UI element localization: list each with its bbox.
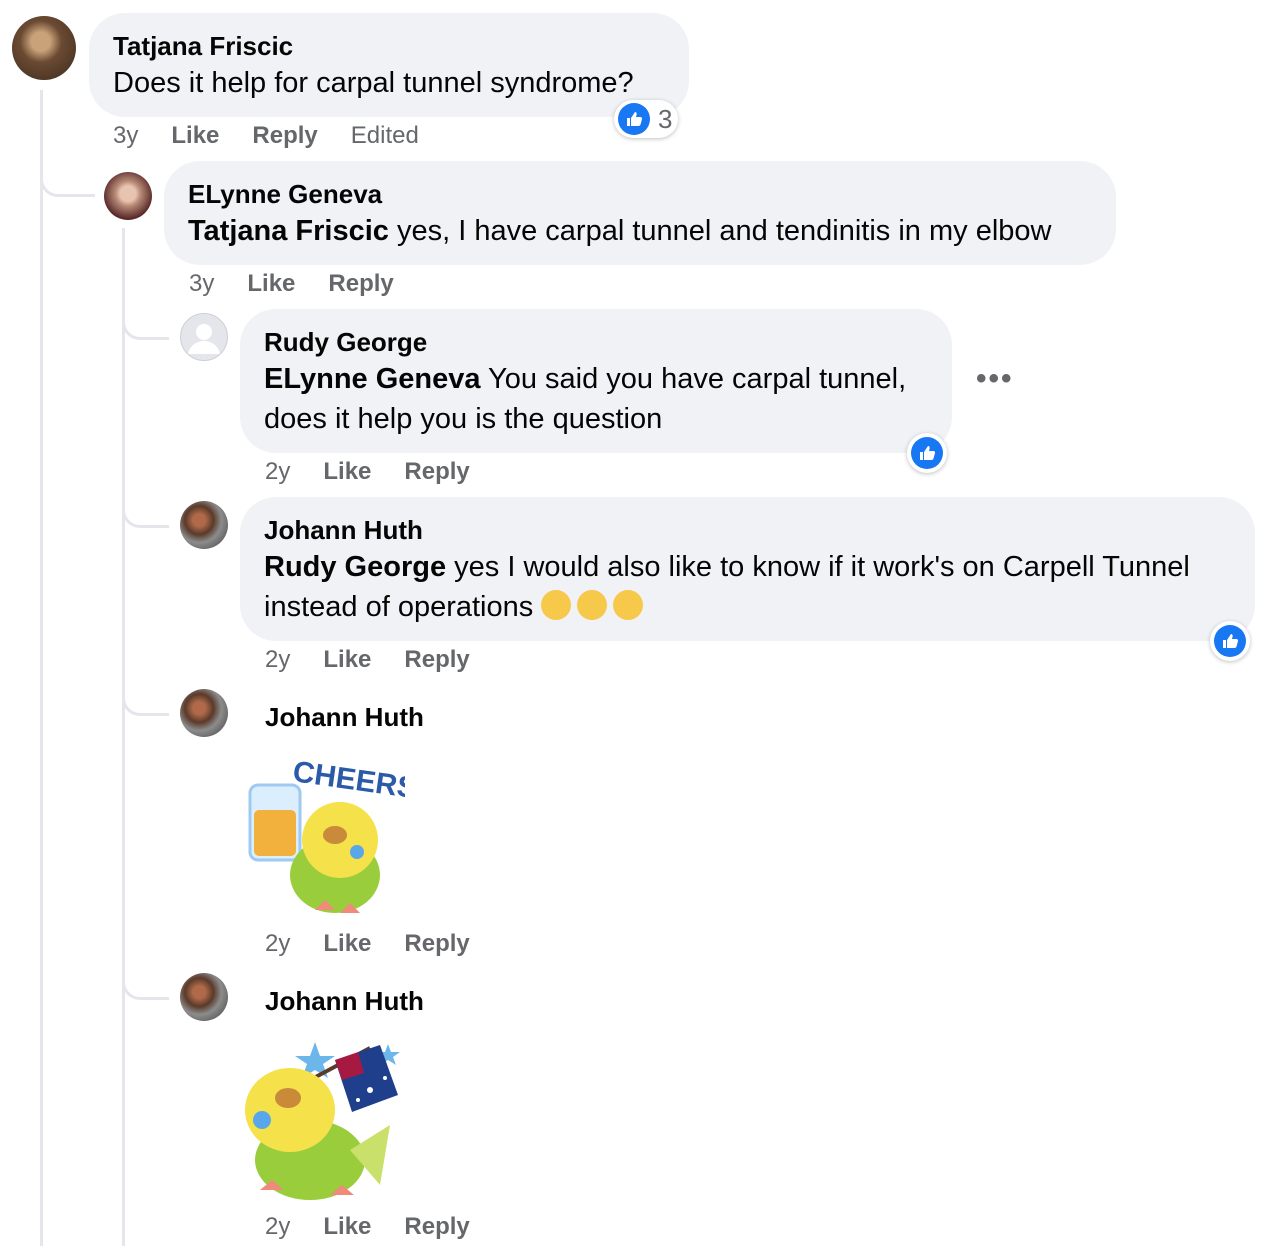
comment-text: Rudy George yes I would also like to kno… (264, 547, 1231, 627)
like-button[interactable]: Like (323, 1213, 371, 1241)
avatar[interactable] (12, 16, 76, 80)
mention-link[interactable]: Tatjana Friscic (188, 215, 389, 247)
comment-text: ELynne Geneva You said you have carpal t… (264, 359, 928, 439)
edited-label[interactable]: Edited (351, 122, 419, 150)
comment-actions: 2y Like Reply (265, 458, 470, 486)
mention-link[interactable]: Rudy George (264, 551, 446, 583)
thread-line-main (40, 90, 43, 1246)
like-button[interactable]: Like (323, 930, 371, 958)
comment-author[interactable]: Tatjana Friscic (113, 29, 665, 63)
comment-author[interactable]: Johann Huth (264, 513, 1231, 547)
comment-timestamp[interactable]: 2y (265, 458, 290, 486)
thread-connector (122, 483, 169, 528)
crying-face-emoji (577, 590, 608, 620)
avatar[interactable] (180, 501, 228, 549)
comment-text: Does it help for carpal tunnel syndrome? (113, 67, 634, 99)
comment-author[interactable]: Johann Huth (265, 700, 424, 734)
reaction-badge[interactable] (1210, 621, 1250, 661)
comment-author[interactable]: Rudy George (264, 325, 928, 359)
thread-line-nested (122, 228, 125, 1246)
comment-actions: 3y Like Reply (189, 270, 394, 298)
default-user-icon (188, 324, 220, 354)
comment-actions: 2y Like Reply (265, 1213, 470, 1241)
comment-timestamp[interactable]: 3y (113, 122, 138, 150)
comment-text: Tatjana Friscic yes, I have carpal tunne… (188, 211, 1092, 251)
avatar[interactable] (180, 973, 228, 1021)
comment-bubble: Rudy George ELynne Geneva You said you h… (240, 309, 952, 453)
avatar[interactable] (180, 689, 228, 737)
like-reaction-icon (1214, 625, 1246, 657)
comment-body: yes, I have carpal tunnel and tendinitis… (388, 215, 1052, 247)
cheers-parrot-sticker[interactable]: CHEERS! (245, 755, 429, 920)
comment-bubble: ELynne Geneva Tatjana Friscic yes, I hav… (164, 161, 1116, 265)
comment-author[interactable]: ELynne Geneva (188, 177, 1092, 211)
reply-button[interactable]: Reply (252, 122, 317, 150)
australia-flag-parrot-sticker[interactable] (240, 1040, 405, 1202)
reply-button[interactable]: Reply (404, 1213, 469, 1241)
reaction-badge[interactable] (907, 433, 947, 473)
comment-author[interactable]: Johann Huth (265, 984, 424, 1018)
reaction-badge[interactable]: 3 (614, 100, 679, 138)
like-reaction-icon (911, 437, 943, 469)
sad-face-emoji (541, 590, 572, 620)
like-button[interactable]: Like (247, 270, 295, 298)
reply-button[interactable]: Reply (404, 646, 469, 674)
comment-actions: 3y Like Reply Edited (113, 122, 419, 150)
like-button[interactable]: Like (323, 458, 371, 486)
reply-button[interactable]: Reply (328, 270, 393, 298)
reaction-count: 3 (658, 103, 673, 134)
avatar[interactable] (104, 172, 152, 220)
thread-connector (40, 150, 95, 197)
like-button[interactable]: Like (323, 646, 371, 674)
like-reaction-icon (618, 103, 650, 135)
thread-connector (122, 671, 169, 716)
like-button[interactable]: Like (171, 122, 219, 150)
comment-timestamp[interactable]: 3y (189, 270, 214, 298)
comment-actions: 2y Like Reply (265, 930, 470, 958)
reply-button[interactable]: Reply (404, 458, 469, 486)
comment-bubble: Johann Huth Rudy George yes I would also… (240, 497, 1255, 641)
thread-connector (122, 295, 169, 340)
thread-connector (122, 955, 169, 1000)
comment-actions: 2y Like Reply (265, 646, 470, 674)
comment-timestamp[interactable]: 2y (265, 646, 290, 674)
laughing-face-emoji (613, 590, 644, 620)
mention-link[interactable]: ELynne Geneva (264, 363, 481, 395)
comment-timestamp[interactable]: 2y (265, 930, 290, 958)
comment-timestamp[interactable]: 2y (265, 1213, 290, 1241)
comment-bubble: Tatjana Friscic Does it help for carpal … (89, 13, 689, 117)
reply-button[interactable]: Reply (404, 930, 469, 958)
more-options-icon[interactable]: ••• (976, 362, 1014, 396)
sticker-caption: CHEERS! (291, 755, 405, 806)
avatar-placeholder[interactable] (180, 313, 228, 361)
